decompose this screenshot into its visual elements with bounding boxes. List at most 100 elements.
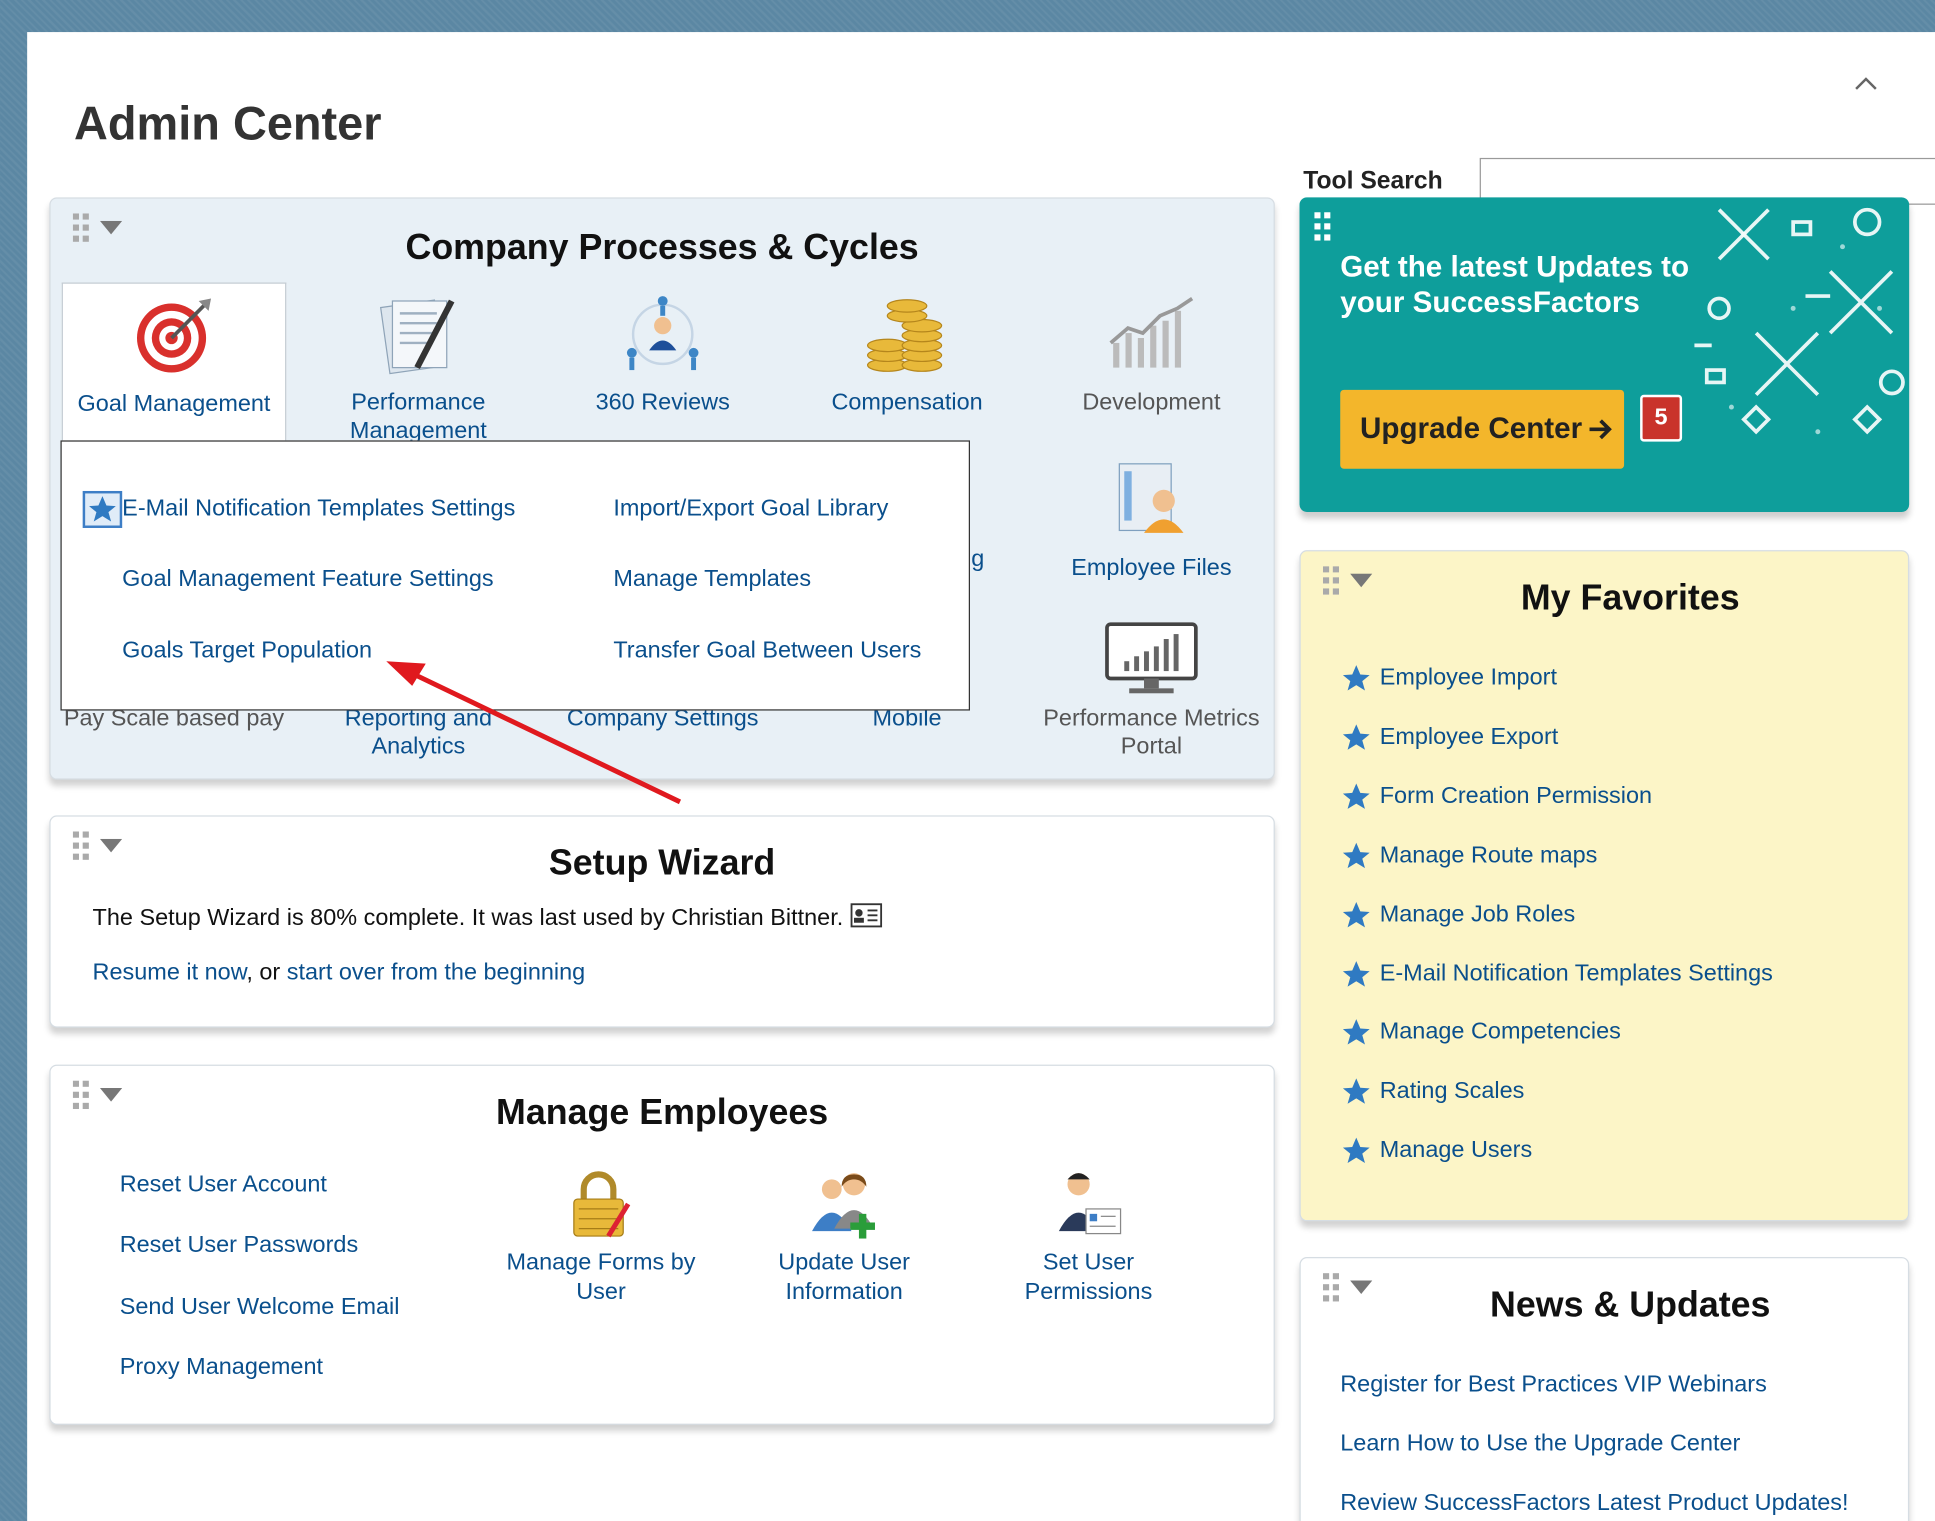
- tile-title: News & Updates: [1490, 1285, 1771, 1325]
- favorite-item-label: Employee Import: [1379, 664, 1557, 691]
- star-icon: [1342, 960, 1370, 986]
- favorite-item-label: Form Creation Permission: [1379, 783, 1653, 809]
- obscured-item-label: g: [971, 546, 985, 573]
- star-icon: [89, 496, 116, 522]
- document-pen-icon: [306, 287, 531, 381]
- update-user-information-item[interactable]: Update User Information: [739, 1155, 949, 1308]
- popup-link-import-export[interactable]: Import/Export Goal Library: [613, 496, 888, 523]
- favorite-item[interactable]: Manage Competencies: [1340, 1017, 1621, 1049]
- star-icon: [1342, 1078, 1370, 1105]
- favorite-item[interactable]: Manage Users: [1340, 1135, 1532, 1167]
- tile-title: My Favorites: [1520, 578, 1740, 619]
- employee-files-label: Employee Files: [1071, 555, 1232, 582]
- reporting-analytics-label: Reporting and Analytics: [344, 705, 493, 760]
- tile-title: Setup Wizard: [548, 843, 776, 884]
- collapse-caret-icon[interactable]: [1854, 74, 1879, 91]
- favorite-item-label: Manage Route maps: [1379, 842, 1598, 869]
- favorite-item[interactable]: Rating Scales: [1340, 1076, 1524, 1108]
- favorite-item[interactable]: Employee Export: [1340, 722, 1558, 754]
- people-network-icon: [550, 287, 775, 381]
- link-separator: , or: [246, 959, 287, 986]
- lock-form-icon: [496, 1155, 706, 1241]
- compensation-item[interactable]: Compensation: [795, 287, 1020, 417]
- upgrade-banner: Get the latest Updates to your SuccessFa…: [1299, 197, 1910, 512]
- user-card-icon[interactable]: [850, 903, 882, 928]
- 360-reviews-item[interactable]: 360 Reviews: [550, 287, 775, 417]
- goal-management-label: Goal Management: [77, 391, 271, 417]
- start-over-link[interactable]: start over from the beginning: [287, 960, 585, 986]
- set-user-permissions-label: Set User Permissions: [1024, 1249, 1153, 1306]
- setup-wizard-status-text: The Setup Wizard is 80% complete. It was…: [92, 905, 844, 932]
- performance-management-label: Performance Management: [349, 389, 487, 445]
- set-user-permissions-item[interactable]: Set User Permissions: [984, 1155, 1194, 1308]
- popup-link-manage-templates[interactable]: Manage Templates: [613, 566, 811, 593]
- arrow-right-icon: [1589, 419, 1612, 440]
- upgrade-headline: Get the latest Updates to your SuccessFa…: [1340, 250, 1690, 320]
- resume-link[interactable]: Resume it now: [93, 960, 247, 986]
- star-icon: [1342, 842, 1370, 868]
- star-icon: [1342, 783, 1370, 809]
- performance-metrics-portal-label: Performance Metrics Portal: [1043, 705, 1260, 760]
- tool-search-label: Tool Search: [1303, 167, 1443, 195]
- star-icon: [1342, 665, 1370, 691]
- send-welcome-email-link[interactable]: Send User Welcome Email: [120, 1294, 400, 1321]
- proxy-management-link[interactable]: Proxy Management: [120, 1354, 323, 1381]
- tile-title: Manage Employees: [496, 1092, 829, 1133]
- reset-user-passwords-link[interactable]: Reset User Passwords: [120, 1232, 358, 1259]
- reporting-analytics-item[interactable]: Reporting and Analytics: [306, 704, 531, 761]
- popup-link-feature-settings[interactable]: Goal Management Feature Settings: [122, 566, 493, 593]
- goal-management-submenu: E-Mail Notification Templates Settings G…: [60, 440, 971, 711]
- upgrade-center-label: Upgrade Center: [1359, 412, 1583, 446]
- favorite-toggle[interactable]: [82, 490, 123, 528]
- star-icon: [1342, 724, 1370, 750]
- favorite-item-label: Manage Users: [1379, 1137, 1533, 1164]
- news-updates-tile: News & Updates Register for Best Practic…: [1299, 1257, 1910, 1521]
- manage-forms-by-user-item[interactable]: Manage Forms by User: [496, 1155, 706, 1308]
- manage-forms-label: Manage Forms by User: [506, 1249, 696, 1306]
- coins-icon: [795, 287, 1020, 381]
- setup-wizard-status: The Setup Wizard is 80% complete. It was…: [93, 903, 882, 933]
- chart-arrow-icon: [1039, 287, 1264, 381]
- favorite-item-label: Rating Scales: [1379, 1078, 1525, 1105]
- star-icon: [1342, 1137, 1370, 1164]
- target-icon: [63, 289, 285, 383]
- my-favorites-tile: My Favorites Employee Import Employee Exp…: [1299, 550, 1910, 1222]
- favorite-item[interactable]: Manage Job Roles: [1340, 899, 1575, 931]
- tile-title: Company Processes & Cycles: [405, 228, 919, 268]
- news-item[interactable]: Review SuccessFactors Latest Product Upd…: [1340, 1490, 1848, 1517]
- goal-management-item[interactable]: Goal Management: [61, 282, 287, 441]
- favorite-item[interactable]: Manage Route maps: [1340, 840, 1597, 872]
- page-title: Admin Center: [74, 98, 382, 151]
- 360-reviews-label: 360 Reviews: [595, 389, 730, 416]
- popup-link-transfer-goal[interactable]: Transfer Goal Between Users: [613, 638, 921, 665]
- favorite-item-label: Manage Job Roles: [1379, 901, 1576, 928]
- reset-user-account-link[interactable]: Reset User Account: [120, 1172, 327, 1199]
- users-add-icon: [739, 1155, 949, 1241]
- popup-link-target-population[interactable]: Goals Target Population: [122, 638, 372, 665]
- development-label: Development: [1082, 389, 1221, 416]
- star-icon: [1342, 901, 1370, 927]
- favorite-item-label: Employee Export: [1379, 723, 1559, 750]
- upgrade-center-button[interactable]: Upgrade Center: [1340, 389, 1625, 469]
- setup-wizard-tile: Setup Wizard The Setup Wizard is 80% com…: [49, 815, 1275, 1028]
- favorite-item[interactable]: Employee Import: [1340, 662, 1557, 694]
- favorite-item-label: E-Mail Notification Templates Settings: [1379, 960, 1773, 987]
- drag-handle-icon[interactable]: [1314, 212, 1334, 244]
- setup-wizard-actions: Resume it now, or start over from the be…: [93, 960, 586, 987]
- compensation-label: Compensation: [831, 389, 983, 416]
- news-item[interactable]: Register for Best Practices VIP Webinars: [1340, 1372, 1767, 1399]
- pattern-decoration-icon: [1694, 207, 1905, 435]
- favorite-item[interactable]: Form Creation Permission: [1340, 781, 1652, 813]
- performance-metrics-portal-item[interactable]: Performance Metrics Portal: [1039, 618, 1264, 761]
- development-item[interactable]: Development: [1039, 287, 1264, 417]
- popup-link-email-templates[interactable]: E-Mail Notification Templates Settings: [122, 496, 515, 523]
- employee-file-icon: [1039, 453, 1264, 547]
- monitor-chart-icon: [1039, 618, 1264, 697]
- news-item[interactable]: Learn How to Use the Upgrade Center: [1340, 1431, 1740, 1458]
- employee-files-item[interactable]: Employee Files: [1039, 453, 1264, 583]
- performance-management-item[interactable]: Performance Management: [306, 287, 531, 445]
- favorite-item[interactable]: E-Mail Notification Templates Settings: [1340, 958, 1773, 990]
- star-icon: [1342, 1019, 1370, 1046]
- manage-employees-tile: Manage Employees Reset User Account Rese…: [49, 1064, 1275, 1425]
- favorite-item-label: Manage Competencies: [1379, 1019, 1621, 1046]
